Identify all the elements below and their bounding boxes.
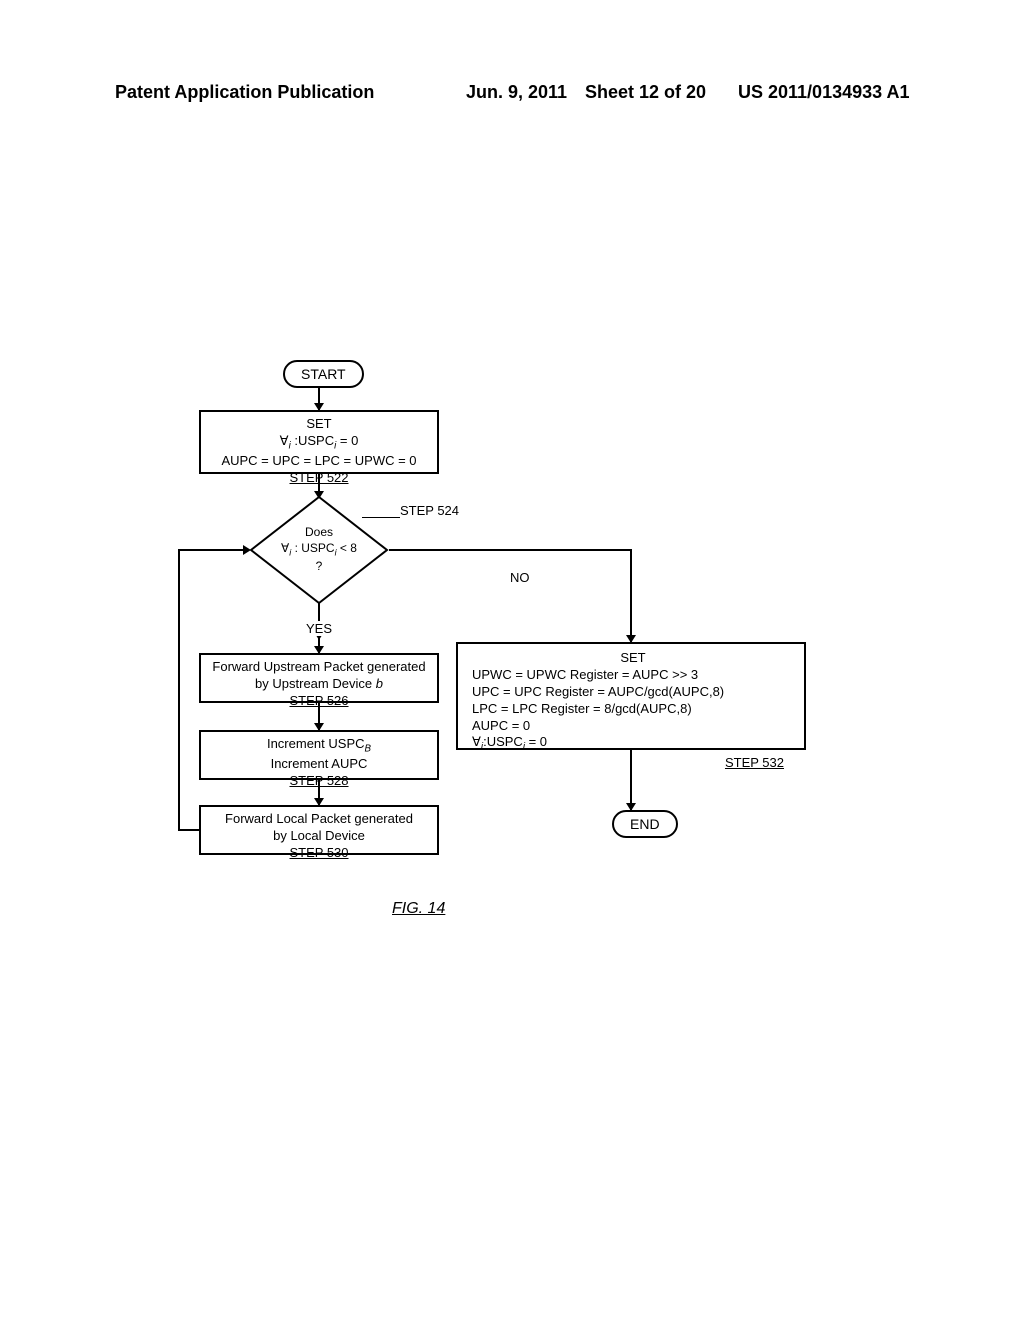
start-label: START (301, 366, 346, 382)
step-530-label: STEP 530 (207, 845, 431, 862)
publication-number: US 2011/0134933 A1 (738, 82, 909, 103)
set-label-532: SET (472, 650, 794, 667)
line-522-3: AUPC = UPC = LPC = UPWC = 0 (207, 453, 431, 470)
line-532-6: ∀i:USPCi = 0 (472, 734, 794, 754)
line-522-2: ∀i :USPCi = 0 (207, 433, 431, 453)
connector (630, 750, 632, 810)
set-label: SET (207, 416, 431, 433)
line-532-5: AUPC = 0 (472, 718, 794, 735)
step-528-box: Increment USPCB Increment AUPC STEP 528 (199, 730, 439, 780)
yes-label: YES (306, 621, 332, 636)
line-532-3: UPC = UPC Register = AUPC/gcd(AUPC,8) (472, 684, 794, 701)
line-530-1: Forward Local Packet generated (207, 811, 431, 828)
figure-label: FIG. 14 (392, 900, 445, 918)
step-522-box: SET ∀i :USPCi = 0 AUPC = UPC = LPC = UPW… (199, 410, 439, 474)
line-532-4: LPC = LPC Register = 8/gcd(AUPC,8) (472, 701, 794, 718)
connector (178, 549, 180, 831)
no-label: NO (510, 570, 530, 585)
line-532-2: UPWC = UPWC Register = AUPC >> 3 (472, 667, 794, 684)
step-530-box: Forward Local Packet generated by Local … (199, 805, 439, 855)
step-524-label: STEP 524 (400, 503, 459, 518)
connector (178, 549, 247, 551)
connector (178, 829, 199, 831)
arrow-right-icon (243, 545, 251, 555)
line-526-1: Forward Upstream Packet generated by Ups… (207, 659, 431, 693)
decision-text: Does ∀i : USPCi < 8 ? (249, 525, 389, 574)
connector (630, 549, 632, 642)
step-526-box: Forward Upstream Packet generated by Ups… (199, 653, 439, 703)
publication-date: Jun. 9, 2011 (466, 82, 567, 103)
line-528-1: Increment USPCB (207, 736, 431, 756)
line-530-2: by Local Device (207, 828, 431, 845)
line-528-2: Increment AUPC (207, 756, 431, 773)
decision-524: Does ∀i : USPCi < 8 ? (249, 495, 389, 605)
sheet-number: Sheet 12 of 20 (585, 82, 706, 103)
end-label: END (630, 816, 660, 832)
step-532-box: SET UPWC = UPWC Register = AUPC >> 3 UPC… (456, 642, 806, 750)
connector (362, 517, 400, 518)
start-terminator: START (283, 360, 364, 388)
end-terminator: END (612, 810, 678, 838)
connector (389, 549, 632, 551)
publication-label: Patent Application Publication (115, 82, 374, 103)
step-532-label: STEP 532 (472, 755, 794, 772)
